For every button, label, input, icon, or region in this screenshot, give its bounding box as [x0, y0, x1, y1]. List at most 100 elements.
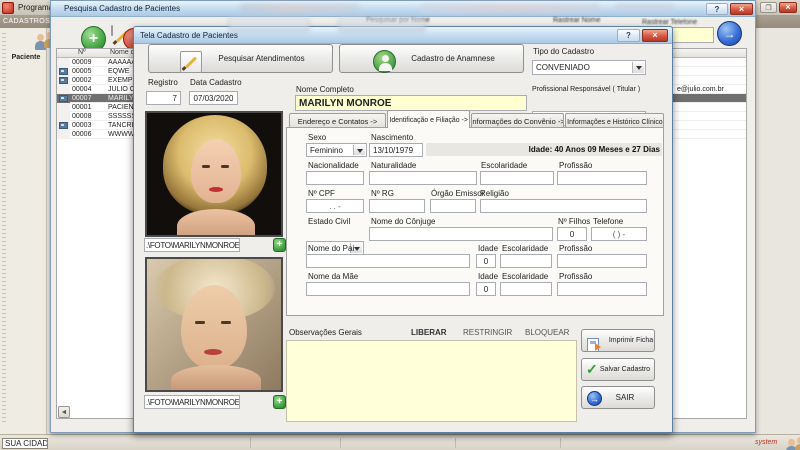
pesquisa-help-button[interactable]: ?: [706, 3, 728, 15]
data-cadastro-field[interactable]: 07/03/2020: [189, 91, 238, 105]
escolaridade-field[interactable]: [480, 171, 554, 185]
mae-nome-field[interactable]: [306, 282, 470, 296]
conjuge-field[interactable]: [369, 227, 553, 241]
app-icon: [2, 2, 14, 14]
status-divider: [250, 438, 251, 448]
pai-label: Nome do Pai: [308, 244, 354, 253]
cpf-field[interactable]: . . -: [306, 199, 364, 213]
telefone-field[interactable]: ( ) -: [591, 227, 647, 241]
pesquisar-atendimentos-button[interactable]: Pesquisar Atendimentos: [148, 44, 333, 73]
tipo-cadastro-label: Tipo do Cadastro: [533, 47, 594, 56]
sidebar-paciente-label: Paciente: [7, 54, 45, 61]
photo1-add-button[interactable]: [273, 238, 286, 252]
filter-label-rastrear-telefone: Rastrear Telefone: [642, 19, 697, 26]
photo2-eye: [195, 321, 205, 324]
nome-completo-label: Nome Completo: [296, 85, 354, 94]
redaction-blur: [338, 17, 426, 32]
tab-historico[interactable]: Informações e Histórico Clínico: [565, 113, 664, 128]
modal-close-button[interactable]: [642, 29, 668, 42]
tab-convenio[interactable]: Informações do Convênio ->: [471, 113, 564, 128]
salvar-cadastro-button[interactable]: Salvar Cadastro: [581, 358, 655, 381]
tipo-cadastro-dropdown[interactable]: CONVENIADO: [532, 60, 646, 75]
photo1-eye: [202, 165, 210, 168]
tab-panel: Sexo Feminino Nascimento 13/10/1979 Idad…: [286, 127, 664, 316]
mae-profissao-field[interactable]: [557, 282, 647, 296]
telefone-label: Telefone: [593, 217, 623, 226]
photo1-eye: [221, 165, 229, 168]
photo2-path-field[interactable]: .\FOTO\MARILYNMONROE2.JI: [144, 395, 240, 409]
orgao-emissor-label: Órgão Emissor: [431, 189, 484, 198]
exit-arrow-icon: [587, 391, 602, 406]
observacoes-textarea[interactable]: [286, 340, 577, 422]
redaction-blur: [240, 3, 360, 13]
print-icon: [587, 338, 599, 352]
photo1-path-field[interactable]: .\FOTO\MARILYNMONROE1.JI: [144, 238, 240, 252]
main-close-button[interactable]: [779, 2, 797, 13]
salvar-cadastro-label: Salvar Cadastro: [600, 366, 650, 373]
cadastro-anamnese-label: Cadastro de Anamnese: [411, 54, 495, 63]
orgao-emissor-field[interactable]: [430, 199, 476, 213]
sidebar-item-paciente[interactable]: Paciente: [7, 30, 45, 66]
photo2-shoulders: [171, 365, 261, 392]
sair-button[interactable]: SAIR: [581, 386, 655, 409]
status-divider: [340, 438, 341, 448]
pai-profissao-field[interactable]: [557, 254, 647, 268]
tab-endereco[interactable]: Endereço e Contatos ->: [289, 113, 386, 128]
search-go-button[interactable]: [717, 21, 742, 46]
religiao-field[interactable]: [480, 199, 647, 213]
main-window-title: Programa: [18, 3, 53, 12]
chevron-down-icon: [632, 62, 644, 73]
photo2-add-button[interactable]: [273, 395, 286, 409]
modal-title: Tela Cadastro de Pacientes: [140, 31, 238, 40]
pesquisar-atendimentos-label: Pesquisar Atendimentos: [218, 54, 304, 63]
profissao-field[interactable]: [557, 171, 647, 185]
photo1-shoulders: [177, 209, 255, 237]
sidebar-dots: [2, 32, 6, 422]
pesquisa-close-button[interactable]: [730, 3, 753, 15]
profissional-label: Profissional Responsável ( Titular ): [532, 86, 640, 93]
filter-label-rastrear-nome: Rastrear Nome: [553, 17, 600, 24]
rg-field[interactable]: [369, 199, 425, 213]
sidebar: Paciente: [0, 28, 47, 434]
photo2-lips: [204, 349, 222, 355]
col-header-num[interactable]: Nº: [70, 49, 108, 57]
photo2-face: [181, 285, 247, 369]
imprimir-ficha-button[interactable]: Imprimir Ficha: [581, 329, 655, 352]
mae-idade-field[interactable]: 0: [476, 282, 496, 296]
redaction-blur: [615, 3, 675, 12]
restore-button[interactable]: ❐: [760, 2, 777, 13]
status-bar: SUA CIDADE system: [0, 434, 800, 450]
mae-escolaridade-field[interactable]: [500, 282, 552, 296]
photo2-eye: [221, 321, 231, 324]
nacionalidade-field[interactable]: [306, 171, 364, 185]
radio-restringir-label[interactable]: RESTRINGIR: [463, 328, 512, 337]
hscroll-left-arrow[interactable]: ◄: [58, 406, 70, 418]
mae-idade-label: Idade: [478, 272, 498, 281]
modal-help-button[interactable]: ?: [617, 29, 640, 42]
nome-completo-field[interactable]: MARILYN MONROE: [295, 95, 527, 111]
edit-record-button[interactable]: [111, 25, 113, 36]
menu-cadastros[interactable]: CADASTROS: [3, 18, 50, 25]
pai-nome-field[interactable]: [306, 254, 470, 268]
pai-idade-field[interactable]: 0: [476, 254, 496, 268]
photo1-lips: [209, 187, 223, 192]
naturalidade-field[interactable]: [369, 171, 477, 185]
pai-escolaridade-field[interactable]: [500, 254, 552, 268]
escolaridade-label: Escolaridade: [481, 161, 527, 170]
cadastro-anamnese-button[interactable]: Cadastro de Anamnese: [339, 44, 524, 73]
radio-bloquear-label[interactable]: BLOQUEAR: [525, 328, 569, 337]
radio-liberar-label[interactable]: LIBERAR: [411, 328, 447, 337]
photo-icon: [59, 122, 68, 129]
filhos-field[interactable]: 0: [557, 227, 587, 241]
idade-text: Idade: 40 Anos 09 Meses e 27 Dias: [287, 145, 660, 154]
rg-label: Nº RG: [371, 189, 394, 198]
photo-icon: [59, 68, 68, 75]
cpf-label: Nº CPF: [308, 189, 335, 198]
pai-profissao-label: Profissão: [559, 244, 592, 253]
nacionalidade-label: Nacionalidade: [308, 161, 359, 170]
photo-icon: [59, 95, 68, 102]
tab-identificacao[interactable]: Identificação e Filiação ->: [387, 110, 470, 128]
registro-field[interactable]: 7: [146, 91, 181, 105]
estado-civil-label: Estado Civil: [308, 217, 350, 226]
filhos-label: Nº Filhos: [558, 217, 590, 226]
